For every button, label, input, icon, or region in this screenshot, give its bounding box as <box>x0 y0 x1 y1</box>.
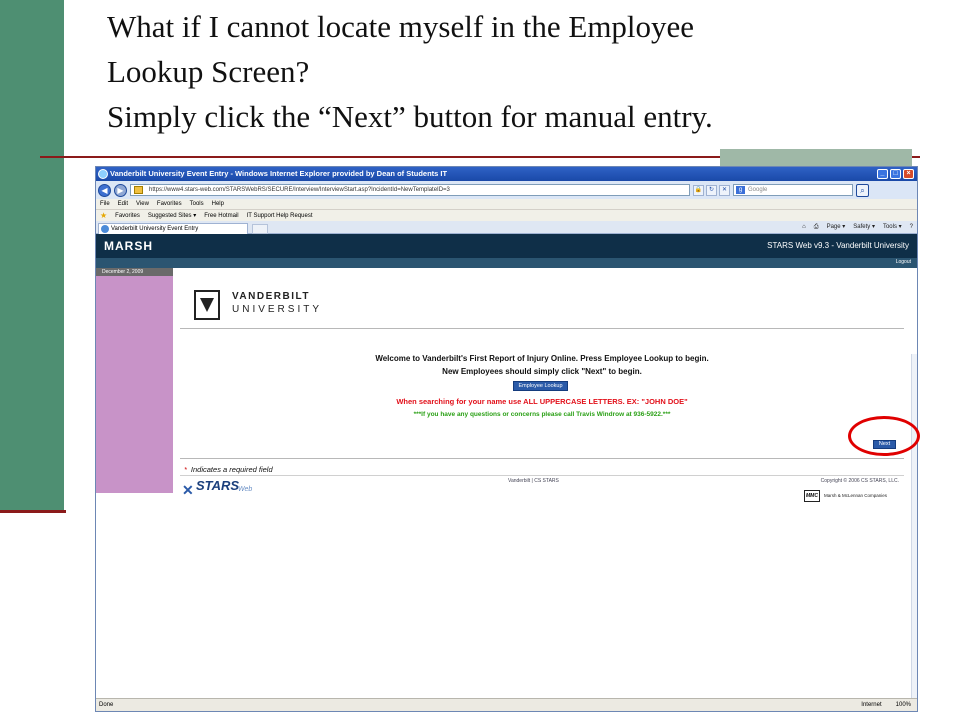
window-titlebar: Vanderbilt University Event Entry - Wind… <box>96 167 917 181</box>
lock-icon[interactable]: 🔒 <box>693 184 704 196</box>
window-title: Vanderbilt University Event Entry - Wind… <box>110 169 448 178</box>
address-url: https://www4.stars-web.com/STARSWebRS/SE… <box>149 187 450 193</box>
status-text: Done <box>99 702 114 708</box>
new-employee-text: New Employees should simply click "Next"… <box>442 367 642 376</box>
left-sidebar: December 2, 2009 <box>96 268 173 493</box>
cmd-tools[interactable]: Tools ▾ <box>883 222 902 232</box>
search-input[interactable]: g Google <box>733 184 853 196</box>
menu-tools[interactable]: Tools <box>190 201 204 207</box>
close-icon[interactable]: × <box>903 169 914 179</box>
address-bar[interactable]: https://www4.stars-web.com/STARSWebRS/SE… <box>130 184 690 196</box>
divider <box>180 328 904 329</box>
favorites-bar: ★ Favorites Suggested Sites ▾ Free Hotma… <box>96 210 917 221</box>
logout-link[interactable]: Logout <box>896 259 911 265</box>
ie-icon <box>98 169 108 179</box>
divider <box>180 475 904 476</box>
stars-web-logo: ✕ STARS Web <box>182 478 272 498</box>
employee-lookup-button[interactable]: Employee Lookup <box>513 381 568 391</box>
menu-edit[interactable]: Edit <box>118 201 128 207</box>
minimize-icon[interactable]: _ <box>877 169 888 179</box>
new-tab-button[interactable] <box>252 224 268 234</box>
google-icon: g <box>736 186 745 194</box>
cmd-safety[interactable]: Safety ▾ <box>853 222 875 232</box>
mmc-mark: MMC <box>804 490 820 502</box>
stars-x-icon: ✕ <box>182 482 194 498</box>
tab-label: Vanderbilt University Event Entry <box>111 226 199 232</box>
back-icon[interactable]: ◀ <box>98 183 111 197</box>
stars-logo-text: STARS <box>196 478 240 493</box>
university-sub: UNIVERSITY <box>232 304 323 315</box>
cmd-page[interactable]: Page ▾ <box>827 222 846 232</box>
command-bar: ⌂ ⎙ Page ▾ Safety ▾ Tools ▾ ? <box>802 222 913 232</box>
welcome-text: Welcome to Vanderbilt's First Report of … <box>375 354 709 363</box>
address-row: ◀ ▶ https://www4.stars-web.com/STARSWebR… <box>96 181 917 199</box>
vanderbilt-logo: VANDERBILT UNIVERSITY <box>194 290 324 320</box>
tab-row: Vanderbilt University Event Entry ⌂ ⎙ Pa… <box>96 221 917 234</box>
help-icon[interactable]: ? <box>910 222 913 232</box>
date-label: December 2, 2009 <box>96 268 173 276</box>
menu-file[interactable]: File <box>100 201 110 207</box>
window-controls: _ □ × <box>877 169 914 179</box>
footer-links[interactable]: Vanderbilt | CS STARS <box>508 478 559 484</box>
decorative-green-bar <box>0 0 64 512</box>
menu-bar: File Edit View Favorites Tools Help <box>96 199 917 210</box>
title-line-2: Lookup Screen? <box>107 54 310 89</box>
fav-link-suggested[interactable]: Suggested Sites ▾ <box>148 212 196 219</box>
vertical-scrollbar[interactable] <box>911 354 917 711</box>
status-bar: Done Internet 100% <box>96 698 917 711</box>
menu-help[interactable]: Help <box>212 201 224 207</box>
marsh-logo: MARSH <box>104 239 153 253</box>
tab-event-entry[interactable]: Vanderbilt University Event Entry <box>98 223 248 234</box>
stop-icon[interactable]: ✕ <box>719 184 730 196</box>
decorative-green-box <box>720 149 912 167</box>
menu-favorites[interactable]: Favorites <box>157 201 182 207</box>
title-line-1: What if I cannot locate myself in the Em… <box>107 9 695 44</box>
main-content: VANDERBILT UNIVERSITY Welcome to Vanderb… <box>180 272 907 502</box>
required-asterisk: * <box>184 465 187 474</box>
search-icon[interactable]: ⌕ <box>856 183 869 197</box>
browser-window: Vanderbilt University Event Entry - Wind… <box>95 166 918 712</box>
site-subbar: Logout <box>96 258 917 268</box>
site-header: MARSH STARS Web v9.3 - Vanderbilt Univer… <box>96 234 917 258</box>
slide-title: What if I cannot locate myself in the Em… <box>107 4 927 139</box>
questions-note: ***If you have any questions or concerns… <box>413 411 671 418</box>
menu-view[interactable]: View <box>136 201 149 207</box>
tab-ie-icon <box>101 225 109 233</box>
web-page: MARSH STARS Web v9.3 - Vanderbilt Univer… <box>96 234 917 711</box>
fav-link-hotmail[interactable]: Free Hotmail <box>204 213 238 219</box>
title-line-3: Simply click the “Next” button for manua… <box>107 99 713 134</box>
university-name: VANDERBILT <box>232 291 310 302</box>
status-zone: Internet <box>861 702 882 708</box>
mmc-logo: MMC Marsh & McLennan Companies <box>804 490 899 502</box>
favorites-button[interactable]: Favorites <box>115 213 140 219</box>
uppercase-note: When searching for your name use ALL UPP… <box>396 397 688 406</box>
forward-icon[interactable]: ▶ <box>114 183 127 197</box>
mmc-text: Marsh & McLennan Companies <box>824 493 888 498</box>
vanderbilt-mark-icon <box>194 290 220 320</box>
maximize-icon[interactable]: □ <box>890 169 901 179</box>
copyright-text: Copyright © 2006 CS STARS, LLC. <box>820 478 899 484</box>
fav-link-it-support[interactable]: IT Support Help Request <box>247 213 313 219</box>
required-text: Indicates a required field <box>190 465 273 474</box>
home-icon[interactable]: ⌂ <box>802 222 806 232</box>
required-field-note: * Indicates a required field <box>184 465 273 474</box>
status-right: Internet 100% <box>861 699 911 711</box>
status-zoom[interactable]: 100% <box>896 699 911 711</box>
slide: What if I cannot locate myself in the Em… <box>0 0 960 720</box>
print-icon[interactable]: ⎙ <box>814 222 819 232</box>
favorites-star-icon: ★ <box>100 211 108 220</box>
divider <box>180 458 904 459</box>
search-placeholder: Google <box>748 187 768 193</box>
address-tools: 🔒 ↻ ✕ <box>693 184 730 196</box>
page-icon <box>134 186 143 194</box>
highlight-circle <box>848 416 920 456</box>
stars-web-text: Web <box>238 486 253 493</box>
product-version: STARS Web v9.3 - Vanderbilt University <box>767 241 909 250</box>
decorative-red-line <box>0 510 66 513</box>
refresh-icon[interactable]: ↻ <box>706 184 717 196</box>
